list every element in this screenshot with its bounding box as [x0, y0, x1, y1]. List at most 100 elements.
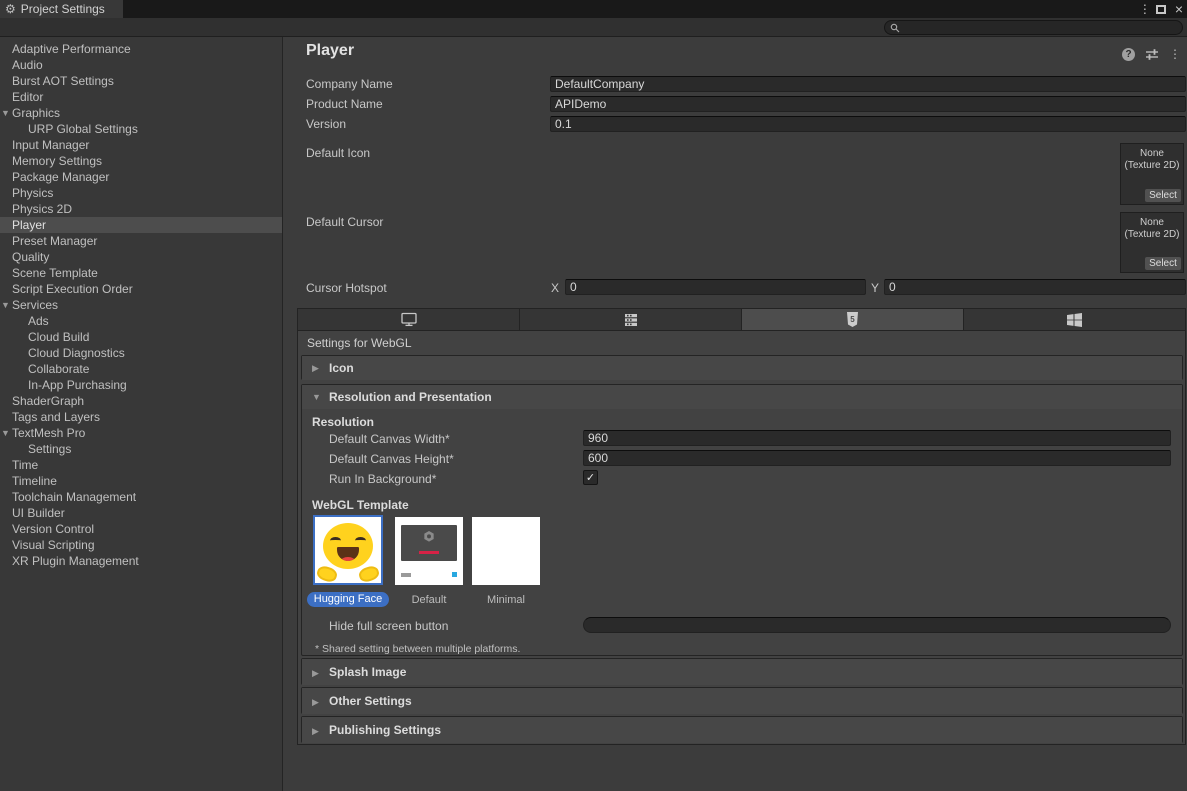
sidebar-item-version-control[interactable]: Version Control: [0, 521, 282, 537]
resolution-presentation-header[interactable]: ▼ Resolution and Presentation: [302, 385, 1182, 409]
cursor-hotspot-label: Cursor Hotspot: [306, 280, 387, 296]
sidebar-item-settings[interactable]: Settings: [0, 441, 282, 457]
sidebar-item-label: Version Control: [12, 522, 94, 536]
default-cursor-texture-box[interactable]: None (Texture 2D) Select: [1120, 212, 1184, 273]
sidebar-item-quality[interactable]: Quality: [0, 249, 282, 265]
product-name-input[interactable]: [550, 96, 1186, 112]
canvas-width-input[interactable]: [583, 430, 1171, 446]
section-other-settings[interactable]: ▶ Other Settings: [301, 687, 1183, 714]
presets-icon[interactable]: [1145, 48, 1159, 61]
default-icon-type-text: (Texture 2D): [1121, 160, 1183, 172]
sidebar-item-ui-builder[interactable]: UI Builder: [0, 505, 282, 521]
sidebar-item-label: Graphics: [12, 106, 60, 120]
foldout-open-icon[interactable]: ▼: [1, 425, 10, 441]
search-input[interactable]: [900, 22, 1170, 34]
splash-section-label: Splash Image: [329, 659, 406, 685]
search-box[interactable]: [884, 20, 1183, 35]
default-cursor-select-button[interactable]: Select: [1145, 257, 1181, 270]
sidebar-item-adaptive-performance[interactable]: Adaptive Performance: [0, 41, 282, 57]
sidebar-item-shadergraph[interactable]: ShaderGraph: [0, 393, 282, 409]
foldout-closed-icon[interactable]: ▶: [312, 689, 319, 715]
window-menu-icon[interactable]: ⋮: [1139, 2, 1147, 16]
toolbar: [0, 18, 1187, 37]
sidebar-item-burst-aot-settings[interactable]: Burst AOT Settings: [0, 73, 282, 89]
hotspot-x-input[interactable]: [565, 279, 866, 295]
section-publishing-settings[interactable]: ▶ Publishing Settings: [301, 716, 1183, 743]
sidebar-item-memory-settings[interactable]: Memory Settings: [0, 153, 282, 169]
foldout-closed-icon[interactable]: ▶: [312, 660, 319, 686]
sidebar-item-collaborate[interactable]: Collaborate: [0, 361, 282, 377]
sidebar-item-in-app-purchasing[interactable]: In-App Purchasing: [0, 377, 282, 393]
version-input[interactable]: [550, 116, 1186, 132]
sidebar-item-physics-2d[interactable]: Physics 2D: [0, 201, 282, 217]
sidebar-item-time[interactable]: Time: [0, 457, 282, 473]
sidebar-item-script-execution-order[interactable]: Script Execution Order: [0, 281, 282, 297]
sidebar-item-urp-global-settings[interactable]: URP Global Settings: [0, 121, 282, 137]
resolution-group-label: Resolution: [312, 414, 374, 430]
sidebar-item-label: Visual Scripting: [12, 538, 95, 552]
company-name-label: Company Name: [306, 76, 393, 92]
publishing-section-label: Publishing Settings: [329, 717, 441, 743]
sidebar-item-xr-plugin-management[interactable]: XR Plugin Management: [0, 553, 282, 569]
foldout-closed-icon[interactable]: ▶: [312, 356, 319, 380]
sidebar-item-package-manager[interactable]: Package Manager: [0, 169, 282, 185]
sidebar-item-label: Toolchain Management: [12, 490, 136, 504]
sidebar-item-visual-scripting[interactable]: Visual Scripting: [0, 537, 282, 553]
sidebar-item-editor[interactable]: Editor: [0, 89, 282, 105]
template-default-label[interactable]: Default: [395, 594, 463, 606]
section-icon[interactable]: ▶ Icon: [301, 355, 1183, 380]
hotspot-y-input[interactable]: [884, 279, 1186, 295]
canvas-height-input[interactable]: [583, 450, 1171, 466]
window-tab-project-settings[interactable]: ⚙ Project Settings: [0, 0, 123, 18]
section-splash-image[interactable]: ▶ Splash Image: [301, 658, 1183, 685]
sidebar-item-services[interactable]: ▼Services: [0, 297, 282, 313]
sidebar-item-cloud-diagnostics[interactable]: Cloud Diagnostics: [0, 345, 282, 361]
template-hugging-face[interactable]: [313, 515, 383, 585]
page-title: Player: [306, 42, 354, 60]
tab-standalone[interactable]: [298, 309, 520, 330]
run-in-background-checkbox[interactable]: ✓: [583, 470, 598, 485]
sidebar-item-textmesh-pro[interactable]: ▼TextMesh Pro: [0, 425, 282, 441]
sidebar-item-toolchain-management[interactable]: Toolchain Management: [0, 489, 282, 505]
sidebar-item-tags-and-layers[interactable]: Tags and Layers: [0, 409, 282, 425]
template-hugging-face-label[interactable]: Hugging Face: [307, 592, 389, 607]
tab-windows-store[interactable]: [964, 309, 1185, 330]
sidebar-item-ads[interactable]: Ads: [0, 313, 282, 329]
foldout-open-icon[interactable]: ▼: [1, 105, 10, 121]
sidebar-item-player[interactable]: Player: [0, 217, 282, 233]
foldout-open-icon[interactable]: ▼: [1, 297, 10, 313]
canvas-width-label: Default Canvas Width*: [329, 431, 450, 447]
tab-webgl[interactable]: 5: [742, 309, 964, 330]
sidebar-item-preset-manager[interactable]: Preset Manager: [0, 233, 282, 249]
sidebar-item-timeline[interactable]: Timeline: [0, 473, 282, 489]
tab-dedicated-server[interactable]: [520, 309, 742, 330]
sidebar-item-label: Memory Settings: [12, 154, 102, 168]
sidebar-item-graphics[interactable]: ▼Graphics: [0, 105, 282, 121]
sidebar-item-label: Physics 2D: [12, 202, 72, 216]
gear-icon: ⚙: [5, 2, 16, 16]
sidebar-item-scene-template[interactable]: Scene Template: [0, 265, 282, 281]
section-resolution-presentation: ▼ Resolution and Presentation Resolution…: [301, 384, 1183, 656]
more-options-icon[interactable]: ⋮: [1169, 47, 1181, 61]
foldout-closed-icon[interactable]: ▶: [312, 718, 319, 744]
default-icon-select-button[interactable]: Select: [1145, 189, 1181, 202]
product-name-label: Product Name: [306, 96, 383, 112]
sidebar-item-label: Tags and Layers: [12, 410, 100, 424]
settings-sidebar: Adaptive PerformanceAudioBurst AOT Setti…: [0, 37, 283, 791]
company-name-input[interactable]: [550, 76, 1186, 92]
maximize-icon[interactable]: [1156, 5, 1166, 14]
template-default[interactable]: [395, 517, 463, 585]
sidebar-item-audio[interactable]: Audio: [0, 57, 282, 73]
hide-fullscreen-input[interactable]: [583, 617, 1171, 633]
help-icon[interactable]: ?: [1122, 48, 1135, 61]
default-icon-texture-box[interactable]: None (Texture 2D) Select: [1120, 143, 1184, 205]
webgl-template-group-label: WebGL Template: [312, 497, 409, 513]
foldout-open-icon[interactable]: ▼: [312, 385, 321, 409]
template-minimal-label[interactable]: Minimal: [472, 594, 540, 606]
sidebar-item-input-manager[interactable]: Input Manager: [0, 137, 282, 153]
sidebar-item-cloud-build[interactable]: Cloud Build: [0, 329, 282, 345]
close-icon[interactable]: ×: [1175, 4, 1183, 14]
default-icon-label: Default Icon: [306, 145, 370, 161]
sidebar-item-physics[interactable]: Physics: [0, 185, 282, 201]
template-minimal[interactable]: [472, 517, 540, 585]
